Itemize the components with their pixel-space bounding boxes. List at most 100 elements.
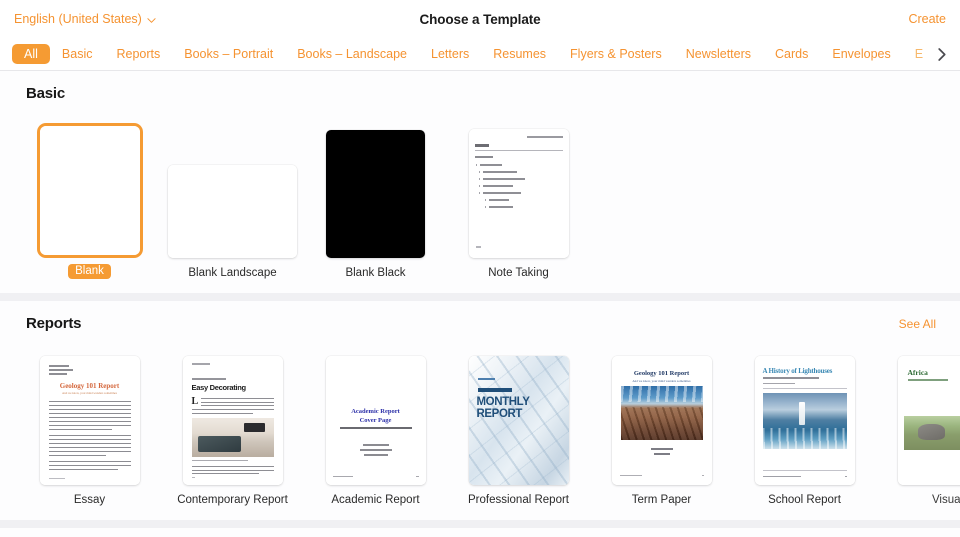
thumbnail-wrap — [168, 117, 297, 258]
template-thumbnail-school-report[interactable]: A History of Lighthouses — [754, 356, 855, 485]
template-card-visual[interactable]: Africa Visual — [876, 344, 960, 506]
doc-preview — [39, 126, 140, 255]
doc-preview: A History of Lighthouses — [754, 356, 855, 485]
tab-next-clipped[interactable]: E — [903, 44, 935, 64]
section-basic-header: Basic — [0, 71, 960, 102]
template-card-contemporary-report[interactable]: Easy Decorating L Contemporary Report — [161, 344, 304, 506]
tab-newsletters[interactable]: Newsletters — [674, 44, 763, 64]
doc-preview: MONTHLY REPORT — [468, 356, 569, 485]
toolbar: English (United States) Choose a Templat… — [0, 0, 960, 38]
thumbnail-wrap: Africa — [897, 344, 960, 485]
template-thumbnail-blank[interactable] — [39, 126, 140, 255]
tab-books-landscape[interactable]: Books – Landscape — [285, 44, 419, 64]
template-caption: School Report — [768, 494, 841, 506]
template-thumbnail-essay[interactable]: Geology 101 Report And we know, your min… — [39, 356, 140, 485]
thumb-title-line2: Cover Page — [359, 417, 392, 424]
template-card-essay[interactable]: Geology 101 Report And we know, your min… — [18, 344, 161, 506]
template-card-blank-black[interactable]: Blank Black — [304, 117, 447, 279]
language-label: English (United States) — [14, 12, 142, 26]
template-thumbnail-academic-report[interactable]: Academic Report Cover Page — [325, 356, 426, 485]
language-selector[interactable]: English (United States) — [14, 12, 156, 26]
template-card-blank-landscape[interactable]: Blank Landscape — [161, 117, 304, 279]
template-caption: Professional Report — [468, 494, 569, 506]
template-thumbnail-blank-black[interactable] — [326, 130, 425, 258]
thumbnail-wrap — [468, 117, 569, 258]
template-caption: Blank Landscape — [188, 267, 277, 279]
thumbnail-wrap: Geology 101 Report And we know, your min… — [39, 344, 140, 485]
doc-preview: Easy Decorating L — [182, 356, 283, 485]
category-tabbar: All Basic Reports Books – Portrait Books… — [0, 38, 960, 71]
template-card-note-taking[interactable]: Note Taking — [447, 117, 590, 279]
thumb-photo — [620, 386, 703, 440]
section-basic: Basic Blank Blank Landscape Blank Black … — [0, 71, 960, 293]
doc-preview: Academic Report Cover Page — [325, 356, 426, 485]
template-browser[interactable]: Basic Blank Blank Landscape Blank Black … — [0, 71, 960, 537]
template-caption: Essay — [73, 494, 106, 506]
chevron-right-icon[interactable] — [932, 43, 950, 65]
template-thumbnail-note-taking[interactable] — [468, 129, 569, 258]
section-books-portrait-header: Books – Portrait See All — [0, 528, 960, 537]
tab-books-portrait[interactable]: Books – Portrait — [172, 44, 285, 64]
section-books-portrait: Books – Portrait See All — [0, 528, 960, 537]
thumb-title-line1: MONTHLY — [476, 396, 530, 408]
template-caption: Contemporary Report — [177, 494, 288, 506]
chevron-down-icon — [147, 16, 156, 25]
doc-preview — [468, 129, 569, 258]
tab-envelopes[interactable]: Envelopes — [820, 44, 902, 64]
doc-preview: Geology 101 Report And we know, your min… — [39, 356, 140, 485]
template-card-school-report[interactable]: A History of Lighthouses School Report — [733, 344, 876, 506]
template-caption: Visual — [931, 494, 960, 506]
section-title: Basic — [26, 85, 66, 102]
template-caption: Blank Black — [345, 267, 406, 279]
create-button[interactable]: Create — [908, 12, 946, 26]
tab-cards[interactable]: Cards — [763, 44, 820, 64]
tab-resumes[interactable]: Resumes — [481, 44, 558, 64]
thumb-photo — [762, 393, 847, 449]
section-reports-header: Reports See All — [0, 301, 960, 332]
template-thumbnail-term-paper[interactable]: Geology 101 Report And we know, your min… — [611, 356, 712, 485]
section-reports: Reports See All Geology 101 Report And w… — [0, 301, 960, 520]
tab-basic[interactable]: Basic — [50, 44, 105, 64]
template-card-blank[interactable]: Blank — [18, 114, 161, 279]
template-thumbnail-visual[interactable]: Africa — [897, 356, 960, 485]
thumbnail-wrap — [39, 114, 140, 255]
doc-preview: Africa — [897, 356, 960, 485]
thumb-subtitle: And we know, your mind wanders sometimes — [62, 391, 117, 395]
tab-all[interactable]: All — [12, 44, 50, 64]
see-all-link[interactable]: See All — [899, 317, 936, 331]
tab-letters[interactable]: Letters — [419, 44, 481, 64]
thumb-dropcap: L — [191, 396, 199, 407]
doc-preview — [168, 165, 297, 258]
section-title: Reports — [26, 315, 82, 332]
thumb-photo-bottom — [903, 416, 960, 450]
thumbnail-wrap: Geology 101 Report And we know, your min… — [611, 344, 712, 485]
tab-reports[interactable]: Reports — [104, 44, 172, 64]
template-card-academic-report[interactable]: Academic Report Cover Page Academic Repo… — [304, 344, 447, 506]
template-caption: Academic Report — [331, 494, 420, 506]
thumb-title: A History of Lighthouses — [762, 367, 833, 375]
thumb-subtitle: And we know, your mind wanders sometimes — [632, 379, 691, 383]
template-caption: Note Taking — [488, 267, 549, 279]
thumb-photo — [468, 356, 569, 485]
tab-flyers-posters[interactable]: Flyers & Posters — [558, 44, 674, 64]
template-thumbnail-professional-report[interactable]: MONTHLY REPORT — [468, 356, 569, 485]
thumbnail-wrap: Easy Decorating L — [182, 344, 283, 485]
thumb-title-line1: Academic Report — [351, 408, 400, 415]
thumbnail-wrap: Academic Report Cover Page — [325, 344, 426, 485]
thumbnail-wrap — [326, 117, 425, 258]
template-card-professional-report[interactable]: MONTHLY REPORT Professional Report — [447, 344, 590, 506]
template-thumbnail-blank-landscape[interactable] — [168, 165, 297, 258]
thumbnail-wrap: A History of Lighthouses — [754, 344, 855, 485]
category-tabs: All Basic Reports Books – Portrait Books… — [12, 44, 938, 64]
thumb-photo — [191, 418, 274, 457]
thumbnail-wrap: MONTHLY REPORT — [468, 344, 569, 485]
template-caption: Term Paper — [631, 494, 692, 506]
thumb-title: Geology 101 Report — [633, 370, 690, 377]
doc-preview: Geology 101 Report And we know, your min… — [611, 356, 712, 485]
template-row-reports: Geology 101 Report And we know, your min… — [0, 332, 960, 520]
template-thumbnail-contemporary-report[interactable]: Easy Decorating L — [182, 356, 283, 485]
thumb-title-line2: REPORT — [476, 408, 523, 420]
template-card-term-paper[interactable]: Geology 101 Report And we know, your min… — [590, 344, 733, 506]
thumb-title: Geology 101 Report — [59, 382, 120, 390]
template-caption: Blank — [68, 264, 111, 279]
